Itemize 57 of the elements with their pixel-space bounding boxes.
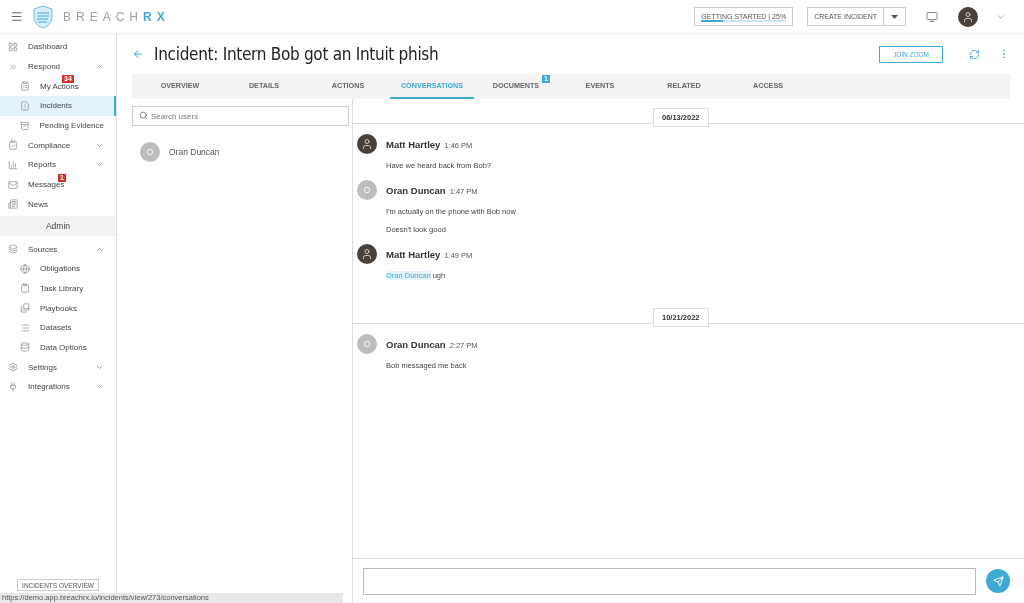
bar-chart-icon [8,159,18,170]
refresh-icon[interactable] [969,48,980,60]
double-chevron-icon [8,61,18,72]
sidebar-item[interactable]: News [0,194,116,215]
sidebar-item[interactable]: Sources [0,239,116,259]
message-input[interactable] [363,567,976,595]
sidebar-item[interactable]: Compliance [0,135,116,156]
sidebar-item[interactable]: Integrations [0,377,116,397]
user-avatar: O [357,334,377,354]
clipboard-icon [20,283,30,294]
plug-icon [8,381,18,392]
newspaper-icon [8,199,18,210]
dropdown-button[interactable] [884,7,906,26]
layers-icon [8,244,18,255]
clipboard-check-icon [8,140,18,151]
sidebar-item[interactable]: Pending Evidence [0,115,116,136]
sidebar-item[interactable]: Respond [0,56,116,77]
message-author: Oran Duncan [386,339,446,350]
search-field[interactable]: Search users [132,106,349,126]
grid-icon [8,41,18,52]
sidebar-item[interactable]: Data Options [0,337,116,358]
sidebar-item[interactable]: Datasets [0,317,116,338]
back-arrow-icon[interactable] [132,48,144,60]
avatar-silhouette[interactable] [958,6,978,27]
clipboard-list-icon [20,81,30,92]
sidebar-item[interactable]: Dashboard [0,37,116,57]
sidebar-item[interactable]: Playbooks [0,298,116,318]
database-icon [20,342,30,353]
archive-icon [20,120,30,131]
page-title: Incident: Intern Bob got an Intuit phish [154,44,439,64]
search-icon [139,111,148,120]
brand-name: BREACH RX [63,9,170,24]
envelope-icon [8,179,18,190]
sidebar-item[interactable]: Reports [0,155,116,175]
file-alert-icon [20,100,30,111]
user-name[interactable]: Oran Duncan [169,147,220,157]
send-icon [992,575,1004,587]
section-heading: Admin [0,216,116,237]
message-author: Matt Hartley [386,139,441,150]
sidebar-item[interactable]: Obligations [0,258,116,279]
books-icon [20,303,30,314]
list-icon [20,322,30,333]
message-author: Matt Hartley [386,249,441,260]
shield-logo-icon [33,4,53,29]
caret-icon [891,14,898,19]
sidebar-item[interactable]: Task Library [0,278,116,299]
menu-icon[interactable] [10,10,23,23]
globe-icon [20,263,30,274]
settings-icon [8,362,18,373]
send-button[interactable] [986,569,1010,593]
sidebar-item[interactable]: Settings [0,357,116,377]
user-avatar: O [357,180,377,200]
person-icon [962,10,974,23]
monitor-icon[interactable] [926,10,938,23]
user-avatar: O [140,142,160,162]
message-author: Oran Duncan [386,185,446,196]
sidebar-item[interactable]: Incidents [0,96,116,116]
